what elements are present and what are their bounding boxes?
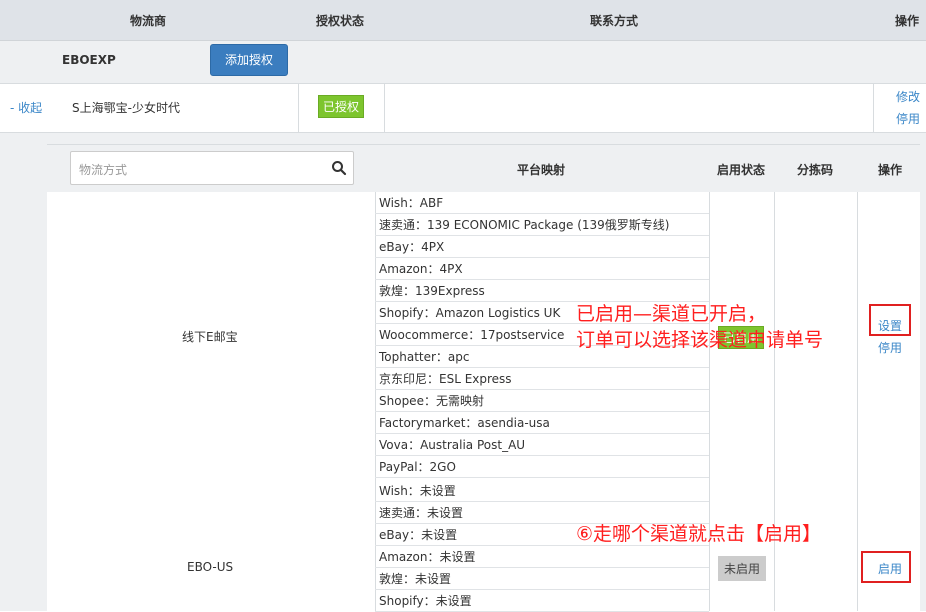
channel-disable-link[interactable]: 停用	[878, 339, 902, 356]
account-row: - 收起 S上海鄂宝-少女时代 已授权 修改 停用	[0, 84, 926, 133]
auth-status-badge: 已授权	[318, 95, 365, 118]
channel-name: 线下E邮宝	[182, 330, 238, 344]
mapping-item: Shopify：未设置	[375, 590, 709, 612]
col-contact: 联系方式	[590, 14, 639, 28]
annotation-note2: ⑥走哪个渠道就点击【启用】	[576, 523, 822, 545]
annotation-note-line1: 已启用—渠道已开启，	[576, 303, 767, 325]
search-icon[interactable]	[331, 160, 347, 176]
provider-row: EBOEXP 添加授权	[0, 41, 926, 84]
mapping-item: 速卖通：未设置	[375, 502, 709, 524]
mapping-item: Shopee：无需映射	[375, 390, 709, 412]
edit-link[interactable]: 修改	[896, 88, 920, 105]
col-channel-ops: 操作	[878, 163, 903, 177]
col-mapping: 平台映射	[517, 163, 566, 177]
highlight-box-enable	[861, 551, 911, 583]
disabled-status-badge: 未启用	[718, 556, 767, 581]
collapse-link[interactable]: - 收起	[10, 99, 42, 116]
disable-account-link[interactable]: 停用	[896, 110, 920, 127]
col-operations: 操作	[895, 14, 920, 28]
channel-name: EBO-US	[187, 560, 234, 574]
provider-name: EBOEXP	[62, 53, 116, 67]
annotation-note-line2: 订单可以选择该渠道申请单号	[576, 329, 824, 351]
mapping-item: PayPal：2GO	[375, 456, 709, 478]
col-auth-status: 授权状态	[316, 14, 365, 28]
mapping-item: 速卖通：139 ECONOMIC Package (139俄罗斯专线)	[375, 214, 709, 236]
shipping-method-search-input[interactable]: 物流方式	[70, 151, 354, 185]
account-name: S上海鄂宝-少女时代	[72, 101, 180, 115]
highlight-box-settings	[869, 304, 911, 336]
col-provider: 物流商	[130, 14, 167, 28]
mapping-item: Vova：Australia Post_AU	[375, 434, 709, 456]
mapping-item: eBay：4PX	[375, 236, 709, 258]
mapping-item: Wish：未设置	[375, 480, 709, 502]
mapping-item: 敦煌：未设置	[375, 568, 709, 590]
mapping-item: 敦煌：139Express	[375, 280, 709, 302]
table-header: 物流商 授权状态 联系方式 操作	[0, 0, 926, 41]
mapping-item: Amazon：未设置	[375, 546, 709, 568]
search-placeholder: 物流方式	[79, 163, 128, 177]
col-sort-code: 分拣码	[797, 163, 834, 177]
mapping-item: Amazon：4PX	[375, 258, 709, 280]
add-auth-button[interactable]: 添加授权	[210, 44, 288, 76]
mapping-item: 京东印尼：ESL Express	[375, 368, 709, 390]
mapping-item: Factorymarket：asendia-usa	[375, 412, 709, 434]
mapping-item: Wish：ABF	[375, 192, 709, 214]
col-status: 启用状态	[717, 163, 766, 177]
